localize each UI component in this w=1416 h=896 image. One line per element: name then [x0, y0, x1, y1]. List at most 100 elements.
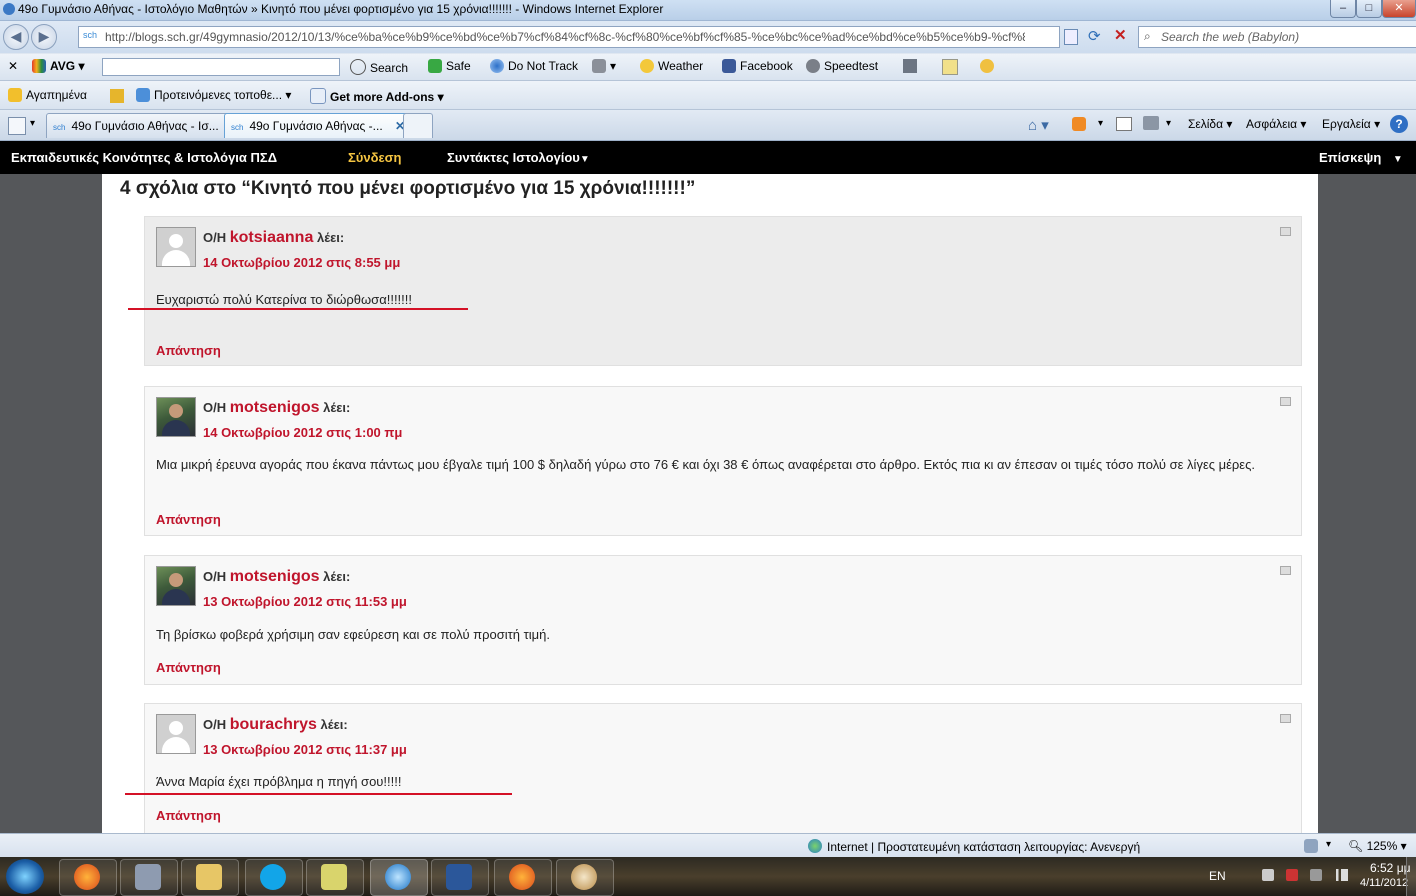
tab-2[interactable]: sch 49ο Γυμνάσιο Αθήνας -... ✕ — [224, 113, 412, 138]
page-menu[interactable]: Σελίδα ▾ — [1188, 117, 1232, 131]
show-desktop-button[interactable] — [1406, 857, 1416, 896]
avatar — [156, 714, 196, 754]
quick-tabs-icon[interactable] — [8, 117, 26, 135]
zoom-control[interactable]: 🔍︎ 125% ▾ — [1348, 839, 1407, 853]
taskbar-firefox-2[interactable] — [494, 859, 552, 896]
author-link[interactable]: motsenigos — [230, 399, 320, 416]
tab-bar: ▾ sch 49ο Γυμνάσιο Αθήνας - Ισ... sch 49ο … — [0, 110, 1416, 141]
add-favorite-icon[interactable] — [110, 89, 124, 103]
comment: Ο/Η motsenigos λέει: 14 Οκτωβρίου 2012 σ… — [144, 386, 1302, 536]
compat-view-icon[interactable] — [1064, 29, 1078, 45]
safe-button[interactable]: Safe — [428, 59, 471, 73]
taskbar-firefox[interactable] — [59, 859, 117, 896]
taskbar-ie[interactable] — [370, 859, 428, 896]
print-chevron-icon[interactable]: ▾ — [1166, 118, 1171, 129]
speedometer-icon — [806, 59, 820, 73]
calculator-icon[interactable] — [903, 59, 917, 73]
stop-icon[interactable]: ✕ — [1114, 26, 1127, 44]
taskbar-word[interactable] — [431, 859, 489, 896]
reply-link[interactable]: Απάντηση — [156, 808, 221, 823]
do-not-track-button[interactable]: Do Not Track — [490, 59, 578, 73]
reply-link[interactable]: Απάντηση — [156, 660, 221, 675]
reply-link[interactable]: Απάντηση — [156, 343, 221, 358]
start-button[interactable] — [6, 859, 44, 894]
ie-icon — [3, 3, 15, 15]
avg-button[interactable]: AVG ▾ — [32, 59, 84, 73]
collapse-icon[interactable] — [1280, 566, 1291, 575]
refresh-icon[interactable]: ⟳ — [1088, 27, 1101, 45]
new-tab-button[interactable] — [403, 113, 433, 138]
comment-author: Ο/Η motsenigos λέει: — [203, 568, 351, 585]
authors-menu[interactable]: Συντάκτες Ιστολογίου▼ — [447, 150, 590, 165]
taskbar-calculator[interactable] — [120, 859, 178, 896]
author-link[interactable]: motsenigos — [230, 568, 320, 585]
facebook-button[interactable]: Facebook — [722, 59, 793, 73]
home-icon[interactable]: ⌂ ▾ — [1028, 116, 1049, 134]
security-zone-text[interactable]: Internet | Προστατευμένη κατάσταση λειτο… — [827, 840, 1140, 854]
notepad-icon[interactable] — [942, 59, 958, 75]
avg-search-button[interactable]: Search — [350, 59, 408, 75]
safety-menu[interactable]: Ασφάλεια ▾ — [1246, 117, 1306, 131]
tab-favicon: sch — [53, 123, 66, 132]
tools-menu[interactable]: Εργαλεία ▾ — [1322, 117, 1380, 131]
comment-date[interactable]: 13 Οκτωβρίου 2012 στις 11:37 μμ — [203, 742, 407, 757]
back-button[interactable]: ◀ — [3, 24, 29, 50]
clock-date[interactable]: 4/11/2012 — [1360, 877, 1408, 889]
comment-date[interactable]: 14 Οκτωβρίου 2012 στις 1:00 πμ — [203, 425, 402, 440]
collapse-icon[interactable] — [1280, 397, 1291, 406]
taskbar-explorer[interactable] — [181, 859, 239, 896]
collapse-icon[interactable] — [1280, 714, 1291, 723]
search-placeholder: Search the web (Babylon) — [1161, 30, 1300, 44]
reply-link[interactable]: Απάντηση — [156, 512, 221, 527]
close-button[interactable]: ✕ — [1382, 0, 1416, 18]
trash-button[interactable]: ▾ — [592, 59, 616, 73]
maximize-button[interactable]: □ — [1356, 0, 1382, 18]
avg-search-input[interactable] — [102, 58, 340, 76]
content-column: 4 σχόλια στο “Κινητό που μένει φορτισμέν… — [102, 174, 1318, 833]
search-box[interactable]: ⌕ Search the web (Babylon) — [1138, 26, 1416, 48]
tray-icon[interactable] — [1262, 869, 1274, 881]
avg-toolbar: ✕ AVG ▾ Search Safe Do Not Track ▾ Weath… — [0, 54, 1416, 81]
rss-chevron-icon[interactable]: ▾ — [1098, 118, 1103, 129]
speedtest-button[interactable]: Speedtest — [806, 59, 878, 73]
brand-link[interactable]: Εκπαιδευτικές Κοινότητες & Ιστολόγια ΠΣΔ — [11, 150, 277, 165]
favorites-button[interactable]: Αγαπημένα — [8, 88, 87, 102]
tab-1[interactable]: sch 49ο Γυμνάσιο Αθήνας - Ισ... — [46, 113, 230, 138]
minimize-button[interactable]: – — [1330, 0, 1356, 18]
comment-author: Ο/Η motsenigos λέει: — [203, 399, 351, 416]
clock-time[interactable]: 6:52 μμ — [1370, 861, 1411, 875]
protected-mode-icon[interactable] — [1304, 839, 1318, 853]
author-link[interactable]: bourachrys — [230, 716, 317, 733]
taskbar-paint[interactable] — [556, 859, 614, 896]
login-link[interactable]: Σύνδεση — [348, 150, 402, 165]
toolbar-close-button[interactable]: ✕ — [8, 59, 18, 73]
chevron-down-icon[interactable]: ▾ — [1326, 839, 1331, 850]
suggested-sites-button[interactable]: Προτεινόμενες τοποθε... ▾ — [136, 88, 291, 102]
network-icon[interactable] — [1336, 869, 1348, 881]
visit-menu[interactable]: Επίσκεψη ▼ — [1319, 150, 1403, 165]
comment-date[interactable]: 14 Οκτωβρίου 2012 στις 8:55 μμ — [203, 255, 400, 270]
tray-icon[interactable] — [1286, 869, 1298, 881]
highlight-icon[interactable] — [980, 59, 994, 73]
window-title: 49ο Γυμνάσιο Αθήνας - Ιστολόγιο Μαθητών … — [18, 2, 664, 16]
get-addons-button[interactable]: Get more Add-ons ▾ — [310, 88, 444, 104]
addons-icon — [310, 88, 326, 104]
author-link[interactable]: kotsiaanna — [230, 229, 314, 246]
address-bar[interactable]: sch http://blogs.sch.gr/49gymnasio/2012/… — [78, 26, 1060, 48]
mail-icon[interactable] — [1116, 117, 1132, 131]
comment: Ο/Η bourachrys λέει: 13 Οκτωβρίου 2012 σ… — [144, 703, 1302, 833]
collapse-icon[interactable] — [1280, 227, 1291, 236]
language-indicator[interactable]: EN — [1209, 869, 1226, 883]
taskbar-sticky[interactable] — [306, 859, 364, 896]
comment-date[interactable]: 13 Οκτωβρίου 2012 στις 11:53 μμ — [203, 594, 407, 609]
zoom-icon: 🔍︎ — [1348, 839, 1364, 853]
print-icon[interactable] — [1143, 116, 1159, 130]
rss-icon[interactable] — [1072, 117, 1086, 131]
tray-icon[interactable] — [1310, 869, 1322, 881]
weather-button[interactable]: Weather — [640, 59, 703, 73]
tab-list-chevron-icon[interactable]: ▾ — [30, 118, 35, 129]
taskbar-skype[interactable] — [245, 859, 303, 896]
site-favicon: sch — [83, 30, 98, 40]
forward-button[interactable]: ▶ — [31, 24, 57, 50]
help-icon[interactable]: ? — [1390, 115, 1408, 133]
